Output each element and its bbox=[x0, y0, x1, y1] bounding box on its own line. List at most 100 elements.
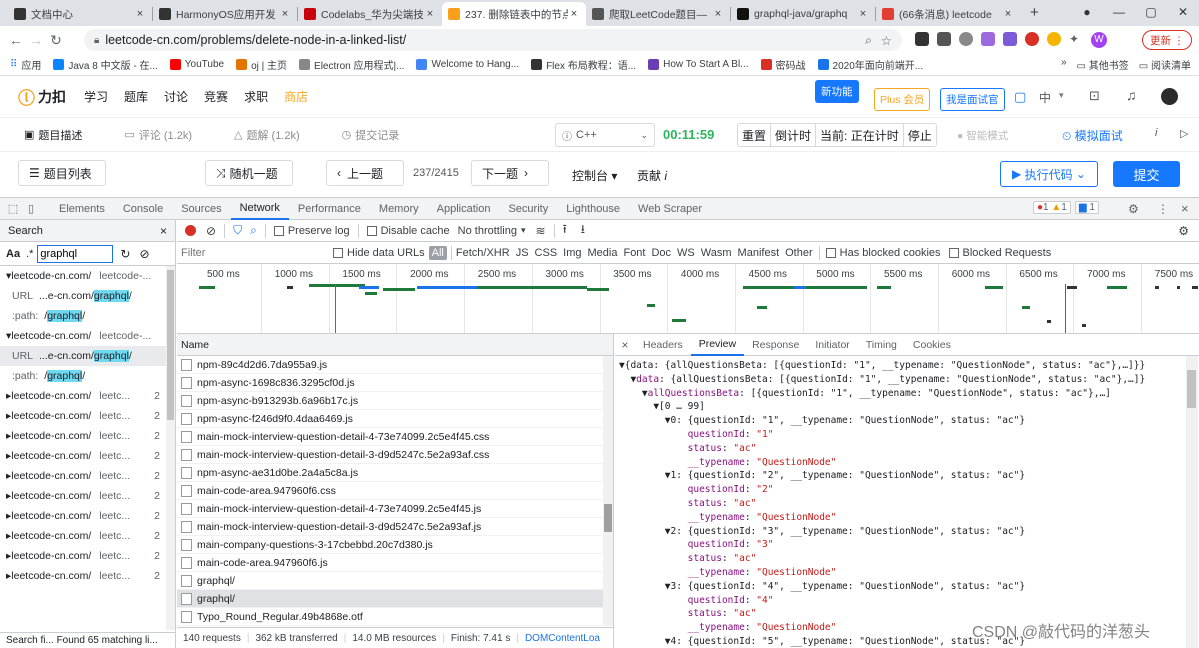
record-icon[interactable] bbox=[185, 225, 196, 236]
json-tree[interactable]: ▼{data: {allQuestionsBeta: [{questionId:… bbox=[615, 356, 1199, 648]
browser-tab[interactable]: 文档中心 × bbox=[8, 2, 152, 26]
network-conditions-icon[interactable]: ≋ bbox=[536, 224, 546, 238]
devtools-tab[interactable]: Network bbox=[230, 198, 289, 220]
run-code-button[interactable]: ▶ 执行代码 ⌄ bbox=[1000, 161, 1098, 187]
json-line[interactable]: status: "ac" bbox=[619, 552, 1195, 566]
leetcode-logo-icon[interactable]: ⓛ bbox=[18, 84, 35, 109]
json-line[interactable]: questionId: "2" bbox=[619, 483, 1195, 497]
blocked-requests-checkbox[interactable]: Blocked Requests bbox=[948, 247, 1051, 259]
browser-tab[interactable]: 237. 删除链表中的节点 × bbox=[442, 2, 586, 26]
apps-grid-icon[interactable]: ⠿ bbox=[10, 59, 17, 70]
bookmark-item[interactable]: 2020年面向前端开... bbox=[817, 57, 923, 72]
search-result-file[interactable]: ▸ leetcode-cn.com/leetc... 2 bbox=[0, 386, 166, 406]
forward-icon[interactable]: → bbox=[26, 32, 46, 48]
device-toolbar-icon[interactable]: ▯ bbox=[22, 202, 40, 215]
search-result-file[interactable]: ▸ leetcode-cn.com/leetc... 2 bbox=[0, 406, 166, 426]
browser-tab[interactable]: Codelabs_华为尖端技 × bbox=[298, 2, 442, 26]
bookmark-item[interactable]: 密码战 bbox=[760, 57, 806, 72]
throttle-select[interactable]: No throttling ▾ bbox=[458, 225, 526, 237]
extension-icon[interactable] bbox=[937, 32, 951, 46]
filter-icon[interactable]: ⛉ bbox=[233, 223, 242, 238]
preview-tab[interactable]: Preview bbox=[690, 334, 745, 356]
maximize-icon[interactable]: ▢ bbox=[1135, 5, 1167, 19]
request-list-header[interactable]: Name bbox=[177, 334, 613, 356]
regex-toggle[interactable]: .* bbox=[26, 248, 33, 260]
close-tab-icon[interactable]: × bbox=[857, 8, 869, 20]
bookmark-item[interactable]: How To Start A Bl... bbox=[648, 59, 749, 70]
profile-avatar[interactable]: W bbox=[1091, 32, 1107, 48]
preview-tab[interactable]: Initiator bbox=[807, 334, 857, 356]
json-line[interactable]: __typename: "QuestionNode" bbox=[619, 511, 1195, 525]
close-search-icon[interactable]: × bbox=[160, 224, 167, 238]
devtools-tab[interactable]: Sources bbox=[172, 198, 230, 220]
type-filter[interactable]: Fetch/XHR bbox=[456, 247, 510, 259]
star-icon[interactable]: ☆ bbox=[881, 33, 892, 48]
bookmark-item[interactable]: oj | 主页 bbox=[236, 57, 287, 72]
back-icon[interactable]: ← bbox=[6, 32, 26, 48]
bookmark-item[interactable]: Java 8 中文版 - 在... bbox=[53, 57, 158, 72]
tab-search-icon[interactable]: ● bbox=[1071, 5, 1103, 19]
request-row[interactable]: main-company-questions-3-17cbebbd.20c7d3… bbox=[177, 536, 613, 554]
next-problem-button[interactable]: 下一题 › bbox=[471, 160, 549, 186]
search-result-file[interactable]: ▾ leetcode-cn.com/leetcode-... bbox=[0, 266, 166, 286]
json-line[interactable]: ▼2: {questionId: "3", __typename: "Quest… bbox=[619, 525, 1195, 539]
reset-button[interactable]: 重置 bbox=[738, 124, 772, 146]
request-list-scrollbar[interactable] bbox=[603, 356, 613, 626]
code-icon[interactable]: ⊡ bbox=[1089, 88, 1100, 104]
settings-gear-icon[interactable]: ⚙ bbox=[1128, 202, 1139, 216]
problem-list-button[interactable]: ☰ 题目列表 bbox=[18, 160, 106, 186]
bookmark-item[interactable]: YouTube bbox=[169, 59, 224, 70]
json-line[interactable]: questionId: "3" bbox=[619, 538, 1195, 552]
search-match-line[interactable]: :path: / graphql / bbox=[0, 306, 166, 326]
json-line[interactable]: ▼3: {questionId: "4", __typename: "Quest… bbox=[619, 580, 1195, 594]
reload-icon[interactable]: ↻ bbox=[46, 32, 66, 49]
preview-tab[interactable]: Timing bbox=[858, 334, 905, 356]
close-tab-icon[interactable]: × bbox=[568, 8, 580, 20]
request-row[interactable]: npm-89c4d2d6.7da955a9.js bbox=[177, 356, 613, 374]
network-overview-timeline[interactable]: 500 ms 1000 ms 1500 ms 2000 ms 2500 ms 3000 m… bbox=[177, 264, 1199, 334]
nav-item[interactable]: 商店 bbox=[284, 88, 308, 105]
type-filter-all[interactable]: All bbox=[428, 245, 447, 260]
bookmark-folder[interactable]: ▭ 阅读清单 bbox=[1139, 57, 1191, 72]
request-row[interactable]: main-code-area.947960f6.js bbox=[177, 554, 613, 572]
plus-member-button[interactable]: Plus 会员 bbox=[874, 88, 931, 111]
json-line[interactable]: ▼0: {questionId: "1", __typename: "Quest… bbox=[619, 414, 1195, 428]
preview-tab[interactable]: Cookies bbox=[905, 334, 959, 356]
extension-icon[interactable] bbox=[981, 32, 995, 46]
type-filter[interactable]: Other bbox=[785, 247, 813, 259]
close-tab-icon[interactable]: × bbox=[1002, 8, 1014, 20]
url-omnibox[interactable]: 🔒︎ leetcode-cn.com/problems/delete-node-… bbox=[84, 29, 902, 51]
clear-search-icon[interactable]: ⊘ bbox=[139, 247, 149, 261]
random-problem-button[interactable]: ⤨ 随机一题 bbox=[205, 160, 293, 186]
puzzle-icon[interactable]: ✦ bbox=[1069, 32, 1083, 46]
search-match-line[interactable]: URL ...e-cn.com/graphql / bbox=[0, 346, 166, 366]
json-line[interactable]: __typename: "QuestionNode" bbox=[619, 566, 1195, 580]
type-filter[interactable]: Doc bbox=[651, 247, 671, 259]
search-result-file[interactable]: ▸ leetcode-cn.com/leetc... 2 bbox=[0, 446, 166, 466]
request-row[interactable]: main-code-area.947960f6.css bbox=[177, 482, 613, 500]
download-icon[interactable]: ⭳ bbox=[581, 220, 585, 241]
search-result-file[interactable]: ▸ leetcode-cn.com/leetc... 2 bbox=[0, 566, 166, 586]
json-line[interactable]: ▼{data: {allQuestionsBeta: [{questionId:… bbox=[619, 359, 1195, 373]
json-line[interactable]: questionId: "4" bbox=[619, 594, 1195, 608]
error-counter[interactable]: ●1 ▲1 bbox=[1033, 201, 1071, 214]
search-result-file[interactable]: ▾ leetcode-cn.com/leetcode-... bbox=[0, 326, 166, 346]
blocked-cookies-checkbox[interactable]: Has blocked cookies bbox=[825, 247, 941, 259]
current-timing-button[interactable]: 当前: 正在计时 bbox=[816, 124, 904, 146]
request-row[interactable]: Typo_Round_Regular.49b4868e.otf bbox=[177, 608, 613, 626]
new-feature-badge[interactable]: 新功能 bbox=[815, 80, 859, 103]
match-case-toggle[interactable]: Aa bbox=[6, 248, 20, 260]
preserve-log-checkbox[interactable]: Preserve log bbox=[273, 225, 350, 237]
browser-tab[interactable]: HarmonyOS应用开发 × bbox=[153, 2, 297, 26]
devtools-tab[interactable]: Lighthouse bbox=[557, 198, 629, 220]
hide-data-urls-checkbox[interactable]: Hide data URLs bbox=[333, 247, 425, 259]
tab-comments[interactable]: ▭ 评论 (1.2k) bbox=[124, 127, 192, 143]
extension-icon[interactable] bbox=[1047, 32, 1061, 46]
nav-item[interactable]: 题库 bbox=[124, 88, 148, 105]
type-filter[interactable]: WS bbox=[677, 247, 695, 259]
search-result-file[interactable]: ▸ leetcode-cn.com/leetc... 2 bbox=[0, 546, 166, 566]
tab-description[interactable]: ▣ 题目描述 bbox=[24, 127, 82, 143]
json-line[interactable]: questionId: "1" bbox=[619, 428, 1195, 442]
more-vertical-icon[interactable]: ⋮ bbox=[1157, 202, 1169, 216]
disable-cache-checkbox[interactable]: Disable cache bbox=[366, 225, 450, 237]
